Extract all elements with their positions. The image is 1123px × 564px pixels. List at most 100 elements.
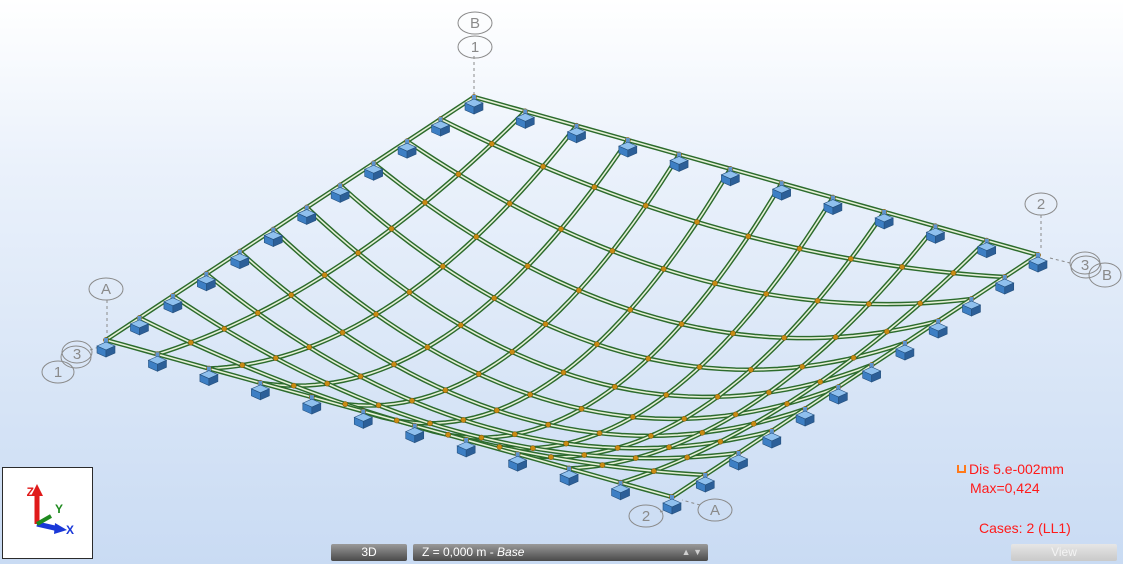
node-marker [321,272,328,278]
node-marker [609,248,616,254]
node-marker [784,400,790,407]
node-marker [524,263,531,269]
support-icon [263,227,284,248]
node-marker [591,184,598,190]
model-viewport[interactable]: B 1 2 3 B A 3 1 2 A [0,0,1123,564]
node-marker [681,415,688,422]
node-marker [188,339,194,346]
node-marker [581,452,588,458]
node-marker [666,444,672,451]
level-prefix: Z = 0,000 m - [422,545,498,559]
node-marker [730,330,736,337]
node-marker [509,349,515,355]
node-marker [578,406,585,412]
node-marker [221,325,228,332]
node-marker [745,233,752,240]
node-marker [950,270,957,276]
member-col-2 [208,124,579,371]
node-marker [714,393,721,400]
node-marker [342,401,349,407]
node-marker [478,434,485,441]
support-icon [230,249,250,270]
node-marker [475,371,482,377]
node-marker [699,429,706,436]
grid-label-2-bottom: 2 [642,508,650,525]
node-marker [899,264,905,270]
node-marker [750,420,757,427]
node-marker [576,287,582,294]
level-arrows-icon[interactable]: ▲ ▼ [682,544,702,561]
node-marker [491,295,498,301]
support-icon [363,161,384,181]
node-marker [558,226,564,232]
tab-3d[interactable]: 3D [331,544,407,561]
support-icon [662,495,682,515]
node-marker [473,233,480,240]
node-marker [442,387,449,394]
node-marker [542,321,549,327]
node-marker [393,417,400,424]
node-marker [540,163,546,170]
support-icon [330,183,350,203]
support-icon [163,293,183,314]
node-marker [388,225,395,232]
node-marker [488,140,495,147]
node-marker [445,431,451,438]
grid-label-a-left: A [101,281,111,298]
deformed-grid-members[interactable] [104,94,1040,500]
node-marker [424,344,431,351]
node-marker [409,397,415,404]
member-col-0 [104,95,476,342]
node-marker [527,391,533,398]
node-marker [357,373,364,380]
node-marker [684,454,690,461]
grid-label-2-right: 2 [1037,196,1045,213]
member-row-4 [338,183,906,373]
node-marker [496,444,503,450]
member-row-1 [439,117,1005,280]
node-marker [781,334,788,341]
node-marker [272,355,279,361]
node-marker [717,438,724,445]
node-marker [832,334,839,341]
node-marker [373,311,379,318]
displacement-legend: Dis 5.e-002mm [957,461,1064,477]
node-marker [642,202,649,209]
level-selector[interactable]: Z = 0,000 m - Base ▲ ▼ [413,544,708,561]
node-marker [594,341,600,348]
node-marker [712,280,718,287]
support-icon [1028,253,1048,273]
node-marker [814,297,821,304]
node-marker [817,378,824,385]
displacement-marker-icon [957,465,966,473]
node-marker [645,355,652,362]
view-tab[interactable]: View [1011,544,1117,561]
node-marker [612,383,618,390]
node-marker [660,266,667,272]
grid-label-1-top: 1 [471,39,479,56]
node-marker [796,245,803,252]
node-marker [560,369,567,376]
node-marker [917,300,923,307]
level-name: Base [497,545,525,559]
node-marker [493,407,500,414]
node-marker [614,445,621,451]
node-marker [748,366,754,373]
node-marker [865,301,872,307]
support-icon [296,205,317,225]
node-marker [455,171,462,178]
node-marker [391,361,397,368]
node-marker [599,462,606,468]
support-icon [397,139,417,159]
node-marker [663,392,670,398]
grid-label-1-left: 1 [54,364,62,381]
node-marker [696,364,703,370]
axis-z-label: Z [27,485,34,499]
node-marker [239,362,246,369]
node-marker [596,430,603,437]
grid-label-b-top: B [470,15,480,32]
node-marker [355,250,361,256]
grid-label-a-bottom: A [710,502,720,519]
node-marker [678,321,685,327]
node-marker [732,411,739,418]
